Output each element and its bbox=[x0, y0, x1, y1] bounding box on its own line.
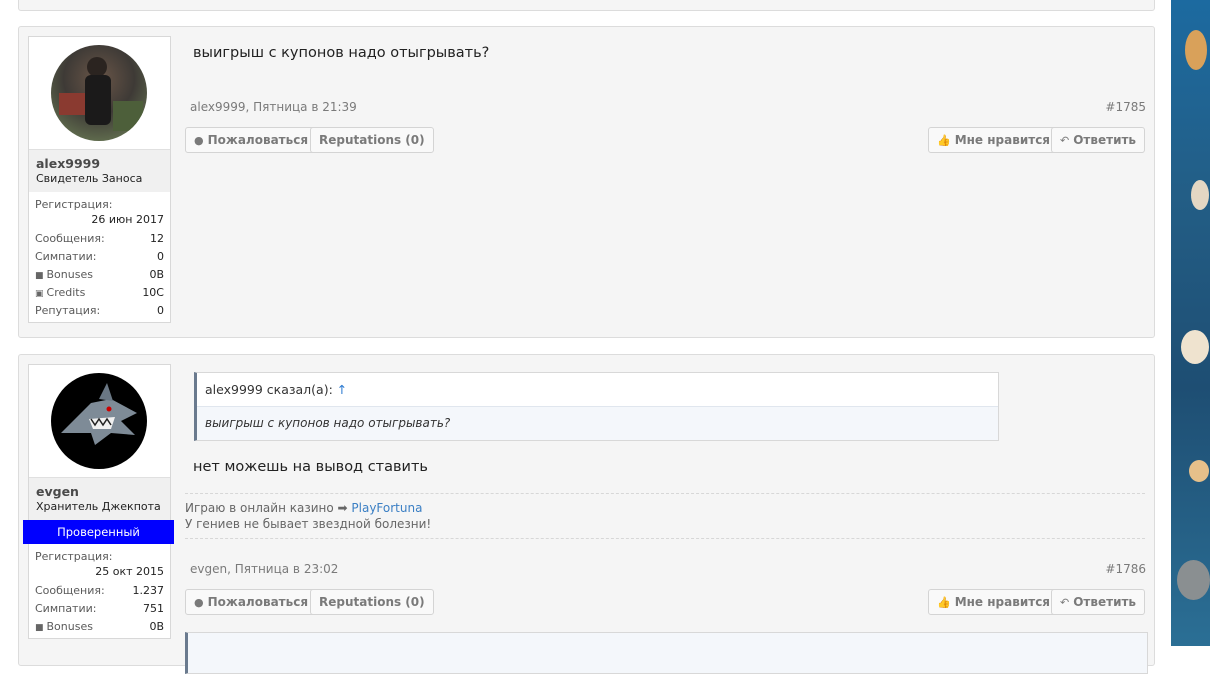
registration-date: 26 июн 2017 bbox=[91, 213, 164, 226]
decorative-background-art bbox=[1171, 0, 1210, 646]
signature: Играю в онлайн казино ➡ PlayFortuna У ге… bbox=[185, 493, 1145, 539]
stat-value[interactable]: 1.237 bbox=[133, 582, 165, 600]
stat-likes: Симпатии: 751 bbox=[35, 600, 164, 618]
reply-label: Ответить bbox=[1073, 133, 1137, 147]
reply-label: Ответить bbox=[1073, 595, 1137, 609]
stat-value: 10C bbox=[142, 286, 164, 299]
quote-source-link[interactable]: ↑ bbox=[337, 382, 347, 397]
exclamation-circle-icon: ● bbox=[194, 134, 204, 147]
user-title: Свидетель Заноса bbox=[36, 172, 143, 185]
shark-avatar-image bbox=[61, 383, 137, 445]
thumbs-up-icon: 👍 bbox=[937, 134, 951, 147]
user-stats: Регистрация: 25 окт 2015 Сообщения: 1.23… bbox=[29, 544, 170, 638]
stat-label: Bonuses bbox=[46, 620, 93, 633]
signature-line: Играю в онлайн казино ➡ PlayFortuna bbox=[185, 500, 1145, 516]
stat-label: Симпатии: bbox=[35, 250, 97, 263]
gift-icon: ■ bbox=[35, 271, 44, 281]
reputations-label: Reputations (0) bbox=[319, 133, 425, 147]
thumbs-up-icon: 👍 bbox=[937, 596, 951, 609]
avatar[interactable] bbox=[51, 373, 147, 469]
stat-value: 0B bbox=[149, 620, 164, 633]
user-title: Хранитель Джекпота bbox=[36, 500, 161, 513]
verified-badge: Проверенный bbox=[23, 520, 174, 544]
reputations-button[interactable]: Reputations (0) bbox=[310, 127, 434, 153]
stat-label: Bonuses bbox=[46, 268, 93, 281]
reputations-button[interactable]: Reputations (0) bbox=[310, 589, 434, 615]
next-quote-block bbox=[185, 632, 1148, 674]
signature-line: У гениев не бывает звездной болезни! bbox=[185, 517, 432, 531]
post-meta[interactable]: evgen, Пятница в 23:02 bbox=[190, 562, 338, 576]
avatar-container bbox=[29, 365, 170, 477]
reply-icon: ↶ bbox=[1060, 134, 1070, 147]
exclamation-circle-icon: ● bbox=[194, 596, 204, 609]
post-message: нет можешь на вывод ставить bbox=[193, 459, 428, 475]
stat-value: 0 bbox=[157, 250, 164, 263]
user-card: alex9999 Свидетель Заноса Регистрация: 2… bbox=[28, 36, 171, 323]
forum-post: alex9999 Свидетель Заноса Регистрация: 2… bbox=[18, 26, 1155, 338]
previous-post-edge bbox=[18, 0, 1155, 11]
forum-post: evgen Хранитель Джекпота Регистрация: 25… bbox=[18, 354, 1155, 674]
money-icon: ▣ bbox=[35, 289, 44, 299]
avatar-photo bbox=[59, 57, 143, 131]
stat-bonuses: ■ Bonuses 0B bbox=[35, 266, 164, 284]
stat-value: 0 bbox=[157, 304, 164, 317]
stat-label: Сообщения: bbox=[35, 584, 105, 597]
stat-value: 751 bbox=[143, 602, 164, 615]
like-label: Мне нравится bbox=[954, 595, 1051, 609]
quote-author: alex9999 сказал(а): bbox=[205, 382, 333, 397]
quote-block: alex9999 сказал(а): ↑ выигрыш с купонов … bbox=[194, 372, 999, 441]
report-label: Пожаловаться bbox=[207, 133, 309, 147]
stat-value[interactable]: 12 bbox=[150, 230, 164, 248]
reputations-label: Reputations (0) bbox=[319, 595, 425, 609]
registration-label: Регистрация: bbox=[35, 550, 113, 563]
post-number-link[interactable]: #1785 bbox=[1105, 100, 1146, 114]
stat-messages: Сообщения: 1.237 bbox=[35, 582, 164, 600]
signature-link[interactable]: PlayFortuna bbox=[351, 501, 422, 515]
avatar-container bbox=[29, 37, 170, 149]
stat-label: Репутация: bbox=[35, 304, 101, 317]
post-meta[interactable]: alex9999, Пятница в 21:39 bbox=[190, 100, 357, 114]
avatar[interactable] bbox=[51, 45, 147, 141]
reply-button[interactable]: ↶ Ответить bbox=[1051, 589, 1146, 615]
report-button[interactable]: ● Пожаловаться bbox=[185, 589, 318, 615]
stat-credits: ▣ Credits 10C bbox=[35, 284, 164, 302]
reply-icon: ↶ bbox=[1060, 596, 1070, 609]
quote-text: выигрыш с купонов надо отыгрывать? bbox=[197, 407, 998, 440]
stat-label: Сообщения: bbox=[35, 232, 105, 245]
stat-bonuses: ■ Bonuses 0B bbox=[35, 618, 164, 636]
gift-icon: ■ bbox=[35, 623, 44, 633]
stat-reputation: Репутация: 0 bbox=[35, 302, 164, 320]
quote-header: alex9999 сказал(а): ↑ bbox=[197, 373, 998, 407]
stat-label: Credits bbox=[46, 286, 86, 299]
like-label: Мне нравится bbox=[954, 133, 1051, 147]
reply-button[interactable]: ↶ Ответить bbox=[1051, 127, 1146, 153]
registration-date: 25 окт 2015 bbox=[95, 565, 164, 578]
stat-value: 0B bbox=[149, 268, 164, 281]
stat-likes: Симпатии: 0 bbox=[35, 248, 164, 266]
post-number-link[interactable]: #1786 bbox=[1105, 562, 1146, 576]
report-label: Пожаловаться bbox=[207, 595, 309, 609]
user-stats: Регистрация: 26 июн 2017 Сообщения: 12 С… bbox=[29, 192, 170, 322]
like-button[interactable]: 👍 Мне нравится bbox=[928, 127, 1060, 153]
username[interactable]: alex9999 bbox=[36, 156, 163, 172]
username[interactable]: evgen bbox=[36, 484, 163, 500]
report-button[interactable]: ● Пожаловаться bbox=[185, 127, 318, 153]
stat-label: Симпатии: bbox=[35, 602, 97, 615]
like-button[interactable]: 👍 Мне нравится bbox=[928, 589, 1060, 615]
user-card: evgen Хранитель Джекпота Регистрация: 25… bbox=[28, 364, 171, 639]
post-message: выигрыш с купонов надо отыгрывать? bbox=[193, 45, 490, 61]
registration-label: Регистрация: bbox=[35, 198, 113, 211]
signature-text: Играю в онлайн казино ➡ bbox=[185, 501, 348, 515]
stat-messages: Сообщения: 12 bbox=[35, 230, 164, 248]
user-name-box: alex9999 Свидетель Заноса bbox=[29, 149, 170, 192]
